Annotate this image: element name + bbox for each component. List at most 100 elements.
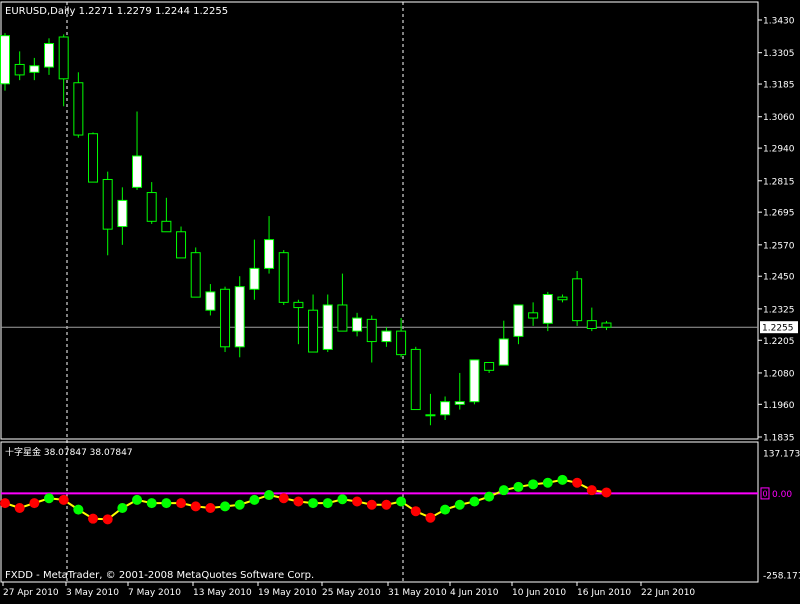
price-axis-label: 1.2570	[763, 241, 795, 251]
indicator-point	[234, 499, 245, 510]
indicator-point	[322, 498, 333, 509]
indicator-point	[44, 493, 55, 504]
candle-body	[440, 401, 451, 416]
indicator-axis-label: 0.00	[772, 490, 792, 500]
candle-body	[161, 220, 172, 233]
price-panel-frame	[0, 1, 759, 440]
indicator-axis-label: 137.1737	[763, 450, 800, 460]
candle-body	[425, 414, 436, 417]
indicator-point	[454, 499, 465, 510]
indicator-point	[366, 499, 377, 510]
indicator-point	[396, 496, 407, 507]
indicator-point	[352, 496, 363, 507]
candle-body	[132, 155, 143, 188]
indicator-point	[440, 504, 451, 515]
candle-body	[73, 82, 84, 136]
time-axis-label: 7 May 2010	[128, 588, 181, 598]
price-axis-label: 1.2205	[763, 337, 795, 347]
candle-body	[498, 338, 509, 366]
indicator-point	[425, 512, 436, 523]
indicator-point	[249, 494, 260, 505]
indicator-point	[146, 498, 157, 509]
indicator-point	[73, 504, 84, 515]
indicator-point	[58, 494, 69, 505]
indicator-point	[410, 506, 421, 517]
candle-body	[249, 267, 260, 290]
indicator-axis: 137.1737 0.00 -258.171	[763, 450, 800, 582]
time-axis-label: 25 May 2010	[322, 588, 381, 598]
indicator-point	[484, 491, 495, 502]
candle-body	[352, 317, 363, 332]
indicator-point	[601, 487, 612, 498]
indicator-point	[264, 490, 275, 501]
indicator-panel-frame	[0, 441, 759, 583]
indicator-point	[220, 501, 231, 512]
indicator-point	[0, 498, 10, 509]
price-axis-label: 1.1835	[763, 434, 795, 444]
indicator-point	[513, 481, 524, 492]
price-axis: 1.3430 1.3305 1.3185 1.3060 1.2940 1.2815 1.26…	[758, 17, 795, 444]
zero-level-badge-label: 0	[763, 489, 768, 498]
indicator-point	[190, 501, 201, 512]
price-axis-label: 1.3430	[763, 17, 795, 27]
price-axis-label: 1.2080	[763, 369, 795, 379]
candle-body	[366, 318, 377, 343]
time-axis-label: 16 Jun 2010	[577, 588, 631, 598]
indicator-point	[528, 479, 539, 490]
time-axis-label: 31 May 2010	[388, 588, 447, 598]
candle-body	[601, 322, 612, 328]
candle-body	[176, 231, 187, 259]
current-price-badge-label: 1.2255	[762, 324, 794, 334]
price-axis-label: 1.2325	[763, 305, 795, 315]
candle-body	[396, 330, 407, 356]
candle-body	[102, 178, 113, 230]
indicator-point	[14, 502, 25, 513]
time-axis-label: 19 May 2010	[258, 588, 317, 598]
candle-body	[14, 63, 25, 76]
indicator-point	[278, 493, 289, 504]
price-axis-label: 1.2940	[763, 145, 795, 155]
price-panel-header: EURUSD,Daily 1.2271 1.2279 1.2244 1.2255	[5, 6, 228, 17]
indicator-panel-header: 十字星金 38.07847 38.07847	[5, 446, 133, 458]
candle-body	[220, 288, 231, 348]
indicator-point	[572, 477, 583, 488]
candle-body	[513, 304, 524, 337]
candle-body	[557, 296, 568, 301]
candle-body	[278, 252, 289, 303]
time-axis-label: 4 Jun 2010	[450, 588, 499, 598]
candle-body	[117, 199, 128, 228]
copyright-text: FXDD - MetaTrader, © 2001-2008 MetaQuote…	[5, 570, 314, 581]
candles-layer	[0, 33, 612, 426]
candle-body	[44, 43, 55, 68]
candle-body	[528, 312, 539, 319]
candle-body	[264, 239, 275, 269]
indicator-point	[337, 494, 348, 505]
indicator-point	[381, 499, 392, 510]
indicator-point	[132, 494, 143, 505]
indicator-axis-label: -258.171	[763, 572, 800, 582]
indicator-point	[557, 474, 568, 485]
candle-body	[322, 304, 333, 350]
price-axis-label: 1.3060	[763, 113, 795, 123]
time-axis-label: 10 Jun 2010	[512, 588, 566, 598]
time-axis-label: 27 Apr 2010	[3, 588, 59, 598]
indicator-point	[498, 485, 509, 496]
candle-body	[293, 301, 304, 309]
price-axis-label: 1.3185	[763, 81, 795, 91]
indicator-point	[102, 514, 113, 525]
time-axis-label: 3 May 2010	[66, 588, 119, 598]
candle-body	[205, 291, 216, 311]
candle-body	[410, 348, 421, 411]
candle-body	[572, 278, 583, 322]
chart-window[interactable]: 1.3430 1.3305 1.3185 1.3060 1.2940 1.2815 1.26…	[0, 0, 800, 600]
candle-body	[190, 252, 201, 298]
price-axis-label: 1.2815	[763, 177, 795, 187]
candle-body	[484, 361, 495, 371]
indicator-point	[586, 485, 597, 496]
indicator-point	[29, 498, 40, 509]
indicator-point	[469, 496, 480, 507]
candle-body	[381, 330, 392, 343]
candle-body	[308, 309, 319, 353]
candle-body	[0, 35, 10, 85]
chart-canvas[interactable]: 1.3430 1.3305 1.3185 1.3060 1.2940 1.2815 1.26…	[0, 0, 800, 600]
